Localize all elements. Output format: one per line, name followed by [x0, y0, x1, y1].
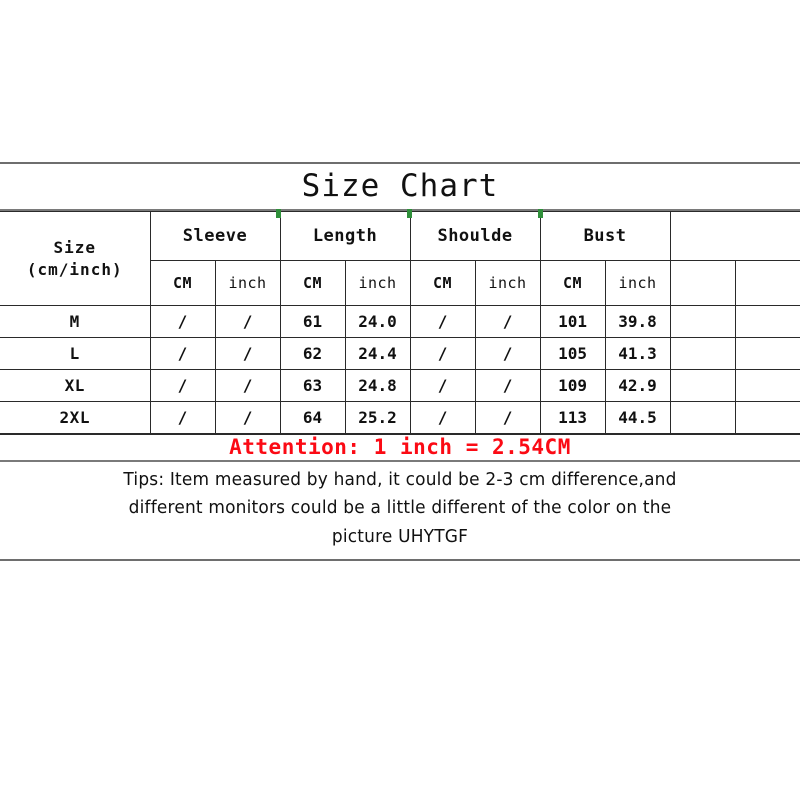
- header-unit-shoulde-inch: inch: [474, 260, 541, 306]
- cell-xl-sleeve-inch: /: [214, 369, 281, 402]
- attention-note: Attention: 1 inch = 2.54CM: [229, 435, 571, 459]
- cell-2xl-empty-2: [734, 401, 800, 434]
- tips-line-2: different monitors could be a little dif…: [128, 498, 672, 519]
- row-size-xl: XL: [0, 369, 151, 402]
- cell-m-length-cm: 61: [279, 305, 346, 338]
- row-size-2xl: 2XL: [0, 401, 151, 434]
- attention-row: Attention: 1 inch = 2.54CM: [0, 434, 800, 462]
- cell-m-sleeve-cm: /: [149, 305, 216, 338]
- cell-2xl-length-inch: 25.2: [344, 401, 411, 434]
- header-size: Size (cm/inch): [0, 211, 151, 306]
- cell-m-empty-2: [734, 305, 800, 338]
- cell-l-empty-1: [669, 337, 736, 370]
- cell-xl-sleeve-cm: /: [149, 369, 216, 402]
- tips-line-3: picture UHYTGF: [331, 526, 469, 547]
- header-size-line1: Size: [53, 237, 97, 257]
- row-size-m: M: [0, 305, 151, 338]
- cell-m-empty-1: [669, 305, 736, 338]
- row-size-l: L: [0, 337, 151, 370]
- cell-l-shoulde-inch: /: [474, 337, 541, 370]
- cell-l-length-cm: 62: [279, 337, 346, 370]
- cell-l-empty-2: [734, 337, 800, 370]
- cell-2xl-shoulde-inch: /: [474, 401, 541, 434]
- header-unit-length-cm: CM: [279, 260, 346, 306]
- cell-2xl-sleeve-cm: /: [149, 401, 216, 434]
- header-unit-bust-cm: CM: [539, 260, 606, 306]
- table-row: XL / / 63 24.8 / / 109 42.9: [0, 369, 800, 402]
- table-row: L / / 62 24.4 / / 105 41.3: [0, 337, 800, 370]
- header-group-empty: [669, 211, 800, 261]
- cell-xl-empty-1: [669, 369, 736, 402]
- cell-m-length-inch: 24.0: [344, 305, 411, 338]
- cell-2xl-bust-cm: 113: [539, 401, 606, 434]
- size-chart-page: Size Chart Size (cm/inch) Sleeve Length …: [0, 0, 800, 800]
- size-chart-table: Size (cm/inch) Sleeve Length Shoulde Bus…: [0, 211, 800, 434]
- cell-m-bust-cm: 101: [539, 305, 606, 338]
- header-unit-bust-inch: inch: [604, 260, 671, 306]
- header-unit-empty-1: [669, 260, 736, 306]
- cell-m-sleeve-inch: /: [214, 305, 281, 338]
- size-chart-block: Size Chart Size (cm/inch) Sleeve Length …: [0, 162, 800, 562]
- cell-l-bust-inch: 41.3: [604, 337, 671, 370]
- tips-row: Tips: Item measured by hand, it could be…: [0, 462, 800, 560]
- cell-l-sleeve-cm: /: [149, 337, 216, 370]
- cell-xl-shoulde-cm: /: [409, 369, 476, 402]
- header-size-line2: (cm/inch): [26, 259, 123, 279]
- header-unit-shoulde-cm: CM: [409, 260, 476, 306]
- cell-2xl-bust-inch: 44.5: [604, 401, 671, 434]
- header-group-sleeve: Sleeve: [149, 211, 281, 261]
- cell-m-bust-inch: 39.8: [604, 305, 671, 338]
- cell-l-bust-cm: 105: [539, 337, 606, 370]
- cell-l-sleeve-inch: /: [214, 337, 281, 370]
- table-row: M / / 61 24.0 / / 101 39.8: [0, 305, 800, 338]
- chart-title-row: Size Chart: [0, 164, 800, 211]
- header-group-shoulde: Shoulde: [409, 211, 541, 261]
- cell-xl-bust-cm: 109: [539, 369, 606, 402]
- cell-xl-length-inch: 24.8: [344, 369, 411, 402]
- header-group-bust: Bust: [539, 211, 671, 261]
- cell-2xl-shoulde-cm: /: [409, 401, 476, 434]
- page-title: Size Chart: [301, 168, 499, 204]
- header-unit-sleeve-inch: inch: [214, 260, 281, 306]
- cell-l-length-inch: 24.4: [344, 337, 411, 370]
- table-row: 2XL / / 64 25.2 / / 113 44.5: [0, 401, 800, 434]
- cell-xl-bust-inch: 42.9: [604, 369, 671, 402]
- cell-xl-length-cm: 63: [279, 369, 346, 402]
- table-header-group-row: Size (cm/inch) Sleeve Length Shoulde Bus…: [0, 211, 800, 306]
- cell-l-shoulde-cm: /: [409, 337, 476, 370]
- header-group-length: Length: [279, 211, 411, 261]
- cell-m-shoulde-inch: /: [474, 305, 541, 338]
- tips-line-1: Tips: Item measured by hand, it could be…: [123, 470, 677, 490]
- cell-m-shoulde-cm: /: [409, 305, 476, 338]
- cell-2xl-length-cm: 64: [279, 401, 346, 434]
- cell-xl-shoulde-inch: /: [474, 369, 541, 402]
- cell-xl-empty-2: [734, 369, 800, 402]
- header-unit-length-inch: inch: [344, 260, 411, 306]
- header-unit-sleeve-cm: CM: [150, 260, 216, 306]
- cell-2xl-sleeve-inch: /: [214, 401, 281, 434]
- cell-2xl-empty-1: [669, 401, 736, 434]
- header-unit-empty-2: [734, 260, 800, 306]
